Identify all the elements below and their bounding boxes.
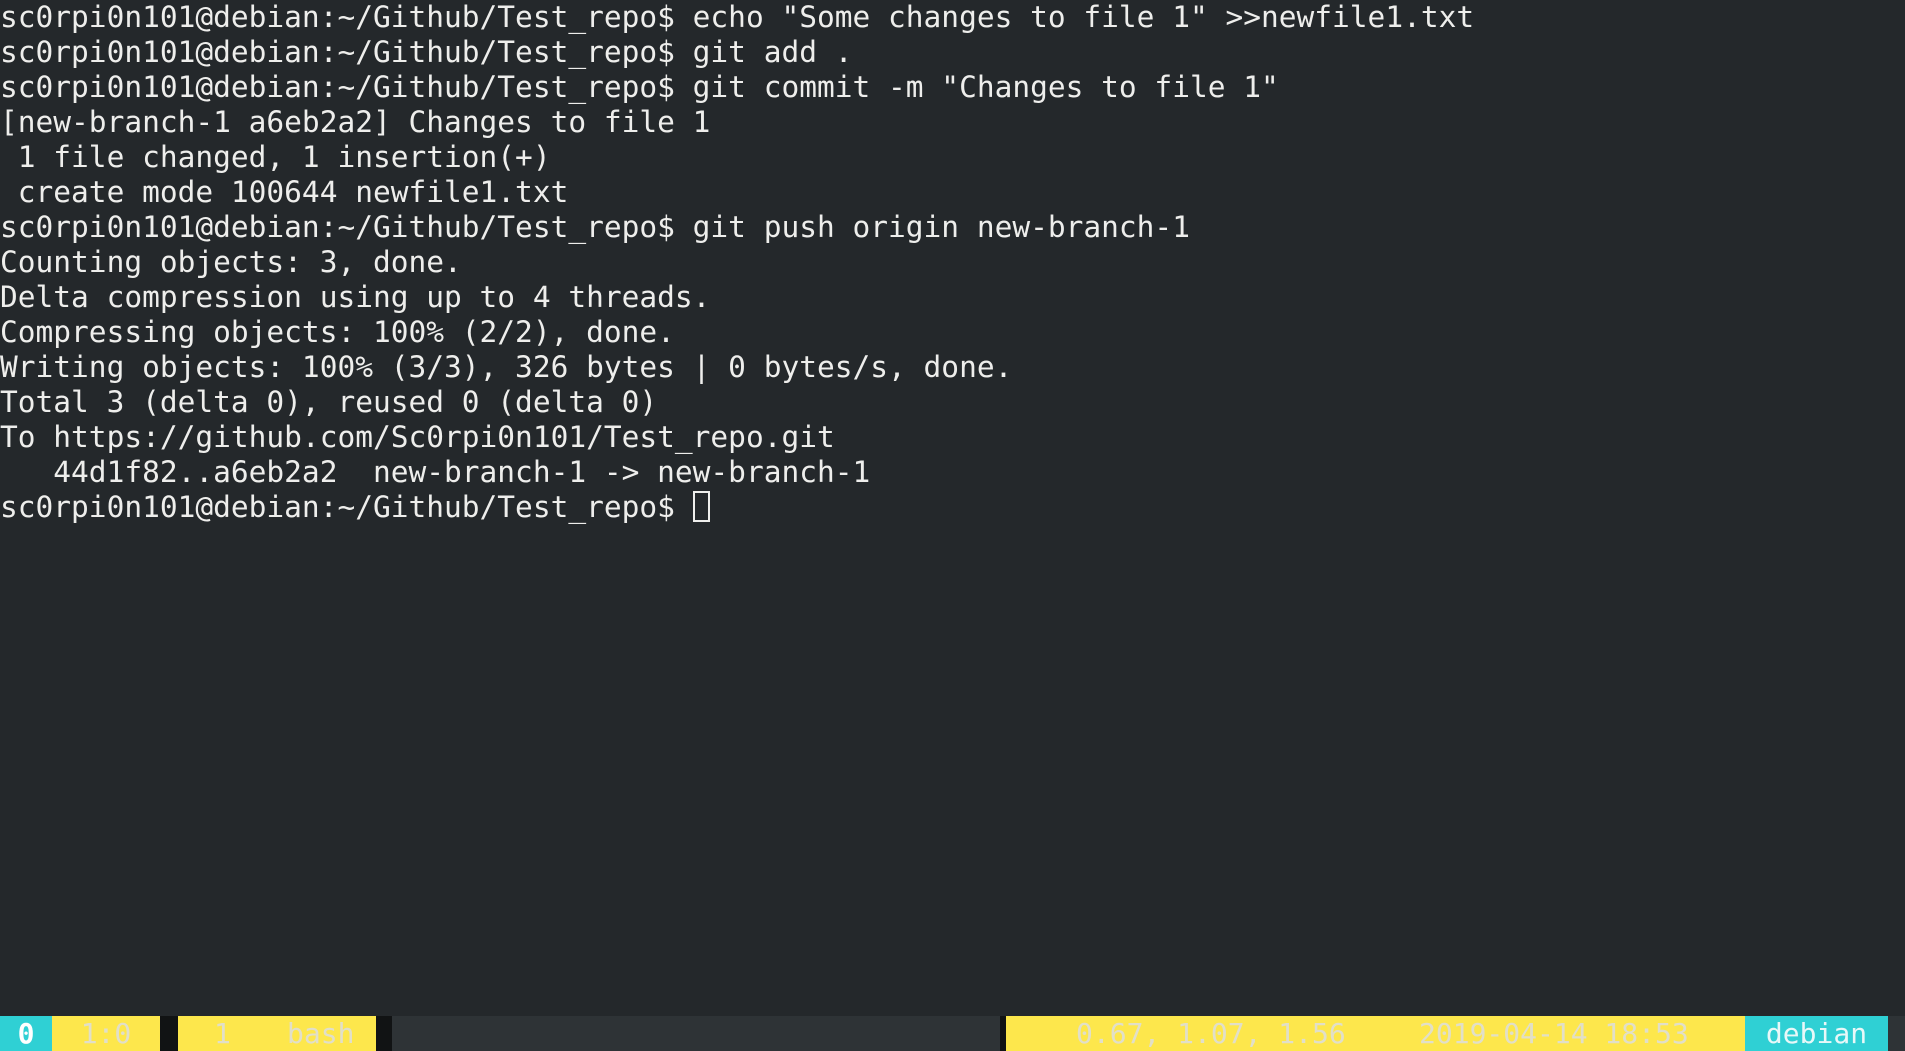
- tmux-status-bar: 0 1:0 1 bash 0.67, 1.07, 1.56 2019-04-14 1…: [0, 1016, 1905, 1051]
- date-time: 2019-04-14 18:53: [1419, 1017, 1689, 1050]
- terminal-line: sc0rpi0n101@debian:~/Github/Test_repo$ g…: [0, 210, 1190, 244]
- terminal-line: Compressing objects: 100% (2/2), done.: [0, 315, 675, 349]
- terminal-line: Counting objects: 3, done.: [0, 245, 462, 279]
- terminal-line: sc0rpi0n101@debian:~/Github/Test_repo$ g…: [0, 35, 853, 69]
- terminal-line: [new-branch-1 a6eb2a2] Changes to file 1: [0, 105, 711, 139]
- prompt-line[interactable]: sc0rpi0n101@debian:~/Github/Test_repo$: [0, 490, 710, 525]
- text-cursor: [692, 491, 710, 522]
- load-average: 0.67, 1.07, 1.56: [1076, 1017, 1346, 1050]
- terminal-line: Delta compression using up to 4 threads.: [0, 280, 711, 314]
- terminal-line: To https://github.com/Sc0rpi0n101/Test_r…: [0, 420, 835, 454]
- shell-prompt: sc0rpi0n101@debian:~/Github/Test_repo$: [0, 490, 693, 524]
- hostname-badge: debian: [1745, 1016, 1888, 1051]
- window-tab-bash[interactable]: 1 bash: [178, 1016, 376, 1051]
- system-info: 0.67, 1.07, 1.56 2019-04-14 18:53: [1006, 1016, 1745, 1051]
- pane-indicator: 1:0: [52, 1016, 160, 1051]
- terminal-line: 1 file changed, 1 insertion(+): [0, 140, 551, 174]
- terminal-line: sc0rpi0n101@debian:~/Github/Test_repo$ e…: [0, 0, 1475, 34]
- status-separator: [376, 1016, 392, 1051]
- window-name: bash: [287, 1017, 355, 1050]
- terminal-window[interactable]: sc0rpi0n101@debian:~/Github/Test_repo$ e…: [0, 0, 1905, 1016]
- terminal-line: create mode 100644 newfile1.txt: [0, 175, 569, 209]
- window-index: 1: [214, 1017, 231, 1050]
- status-separator: [160, 1016, 178, 1051]
- terminal-line: 44d1f82..a6eb2a2 new-branch-1 -> new-bra…: [0, 455, 871, 489]
- terminal-line: sc0rpi0n101@debian:~/Github/Test_repo$ g…: [0, 70, 1279, 104]
- terminal-line: Writing objects: 100% (3/3), 326 bytes |…: [0, 350, 1013, 384]
- terminal-line: Total 3 (delta 0), reused 0 (delta 0): [0, 385, 658, 419]
- session-indicator[interactable]: 0: [0, 1016, 52, 1051]
